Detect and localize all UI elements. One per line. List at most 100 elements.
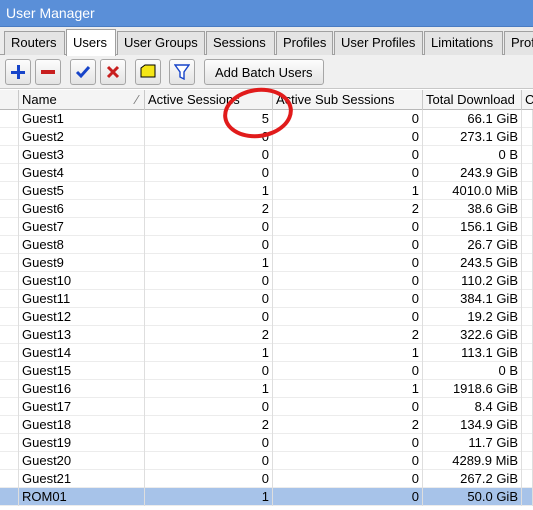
active-sessions-cell: 1 (145, 344, 273, 362)
header-select-column (0, 90, 19, 110)
truncated-cell (522, 416, 533, 434)
table-row[interactable]: Guest3 0 0 0 B (0, 146, 533, 164)
tab-sessions[interactable]: Sessions (206, 31, 275, 55)
total-download-cell: 4010.0 MiB (423, 182, 522, 200)
tab-users[interactable]: Users (66, 29, 116, 56)
comment-button[interactable] (135, 59, 161, 85)
row-select-cell (0, 308, 19, 326)
tab-profile-limitations[interactable]: Profi (504, 31, 533, 55)
active-sessions-cell: 0 (145, 236, 273, 254)
table-row[interactable]: Guest21 0 0 267.2 GiB (0, 470, 533, 488)
active-sub-sessions-cell: 0 (273, 254, 423, 272)
tab-routers[interactable]: Routers (4, 31, 65, 55)
table-row[interactable]: Guest19 0 0 11.7 GiB (0, 434, 533, 452)
table-row[interactable]: Guest12 0 0 19.2 GiB (0, 308, 533, 326)
user-name-cell: Guest5 (19, 182, 145, 200)
truncated-cell (522, 344, 533, 362)
row-select-cell (0, 380, 19, 398)
row-select-cell (0, 272, 19, 290)
user-name-cell: Guest6 (19, 200, 145, 218)
row-select-cell (0, 470, 19, 488)
add-button[interactable] (5, 59, 31, 85)
active-sessions-cell: 0 (145, 128, 273, 146)
total-download-cell: 1918.6 GiB (423, 380, 522, 398)
row-select-cell (0, 254, 19, 272)
table-row[interactable]: Guest16 1 1 1918.6 GiB (0, 380, 533, 398)
table-row[interactable]: Guest2 0 0 273.1 GiB (0, 128, 533, 146)
row-select-cell (0, 146, 19, 164)
active-sub-sessions-cell: 2 (273, 326, 423, 344)
truncated-cell (522, 290, 533, 308)
truncated-cell (522, 452, 533, 470)
row-select-cell (0, 200, 19, 218)
total-download-cell: 19.2 GiB (423, 308, 522, 326)
active-sessions-cell: 0 (145, 470, 273, 488)
truncated-cell (522, 164, 533, 182)
tab-user-profiles[interactable]: User Profiles (334, 31, 423, 55)
active-sub-sessions-cell: 1 (273, 182, 423, 200)
tab-user-groups[interactable]: User Groups (117, 31, 205, 55)
disable-button[interactable] (100, 59, 126, 85)
header-total-download[interactable]: Total Download (423, 90, 522, 110)
truncated-cell (522, 236, 533, 254)
user-name-cell: Guest15 (19, 362, 145, 380)
row-select-cell (0, 110, 19, 128)
header-truncated-column[interactable]: C (522, 90, 533, 110)
filter-button[interactable] (169, 59, 195, 85)
truncated-cell (522, 380, 533, 398)
table-row[interactable]: Guest17 0 0 8.4 GiB (0, 398, 533, 416)
filter-icon (174, 64, 190, 80)
table-row[interactable]: Guest15 0 0 0 B (0, 362, 533, 380)
user-name-cell: Guest9 (19, 254, 145, 272)
table-row[interactable]: Guest18 2 2 134.9 GiB (0, 416, 533, 434)
table-row[interactable]: Guest6 2 2 38.6 GiB (0, 200, 533, 218)
row-select-cell (0, 416, 19, 434)
active-sub-sessions-cell: 0 (273, 164, 423, 182)
row-select-cell (0, 344, 19, 362)
truncated-cell (522, 146, 533, 164)
table-row[interactable]: Guest4 0 0 243.9 GiB (0, 164, 533, 182)
user-name-cell: Guest11 (19, 290, 145, 308)
active-sessions-cell: 0 (145, 164, 273, 182)
table-row[interactable]: Guest13 2 2 322.6 GiB (0, 326, 533, 344)
active-sessions-cell: 5 (145, 110, 273, 128)
check-icon (75, 66, 91, 79)
table-row[interactable]: ROM01 1 0 50.0 GiB (0, 488, 533, 506)
user-name-cell: Guest17 (19, 398, 145, 416)
total-download-cell: 134.9 GiB (423, 416, 522, 434)
tab-profiles[interactable]: Profiles (276, 31, 333, 55)
table-row[interactable]: Guest8 0 0 26.7 GiB (0, 236, 533, 254)
table-header: Name ⁄ Active Sessions Active Sub Sessio… (0, 90, 533, 110)
table-row[interactable]: Guest11 0 0 384.1 GiB (0, 290, 533, 308)
header-active-sub-sessions[interactable]: Active Sub Sessions (273, 90, 423, 110)
table-row[interactable]: Guest9 1 0 243.5 GiB (0, 254, 533, 272)
row-select-cell (0, 434, 19, 452)
active-sessions-cell: 1 (145, 380, 273, 398)
row-select-cell (0, 218, 19, 236)
table-row[interactable]: Guest20 0 0 4289.9 MiB (0, 452, 533, 470)
table-row[interactable]: Guest5 1 1 4010.0 MiB (0, 182, 533, 200)
remove-button[interactable] (35, 59, 61, 85)
active-sessions-cell: 0 (145, 398, 273, 416)
add-batch-users-button[interactable]: Add Batch Users (204, 59, 324, 85)
user-name-cell: Guest21 (19, 470, 145, 488)
active-sessions-cell: 2 (145, 416, 273, 434)
active-sessions-cell: 0 (145, 290, 273, 308)
table-row[interactable]: Guest14 1 1 113.1 GiB (0, 344, 533, 362)
toolbar: Add Batch Users (0, 55, 533, 89)
user-name-cell: Guest7 (19, 218, 145, 236)
tab-limitations[interactable]: Limitations (424, 31, 503, 55)
row-select-cell (0, 326, 19, 344)
active-sessions-cell: 0 (145, 452, 273, 470)
table-row[interactable]: Guest7 0 0 156.1 GiB (0, 218, 533, 236)
table-row[interactable]: Guest1 5 0 66.1 GiB (0, 110, 533, 128)
active-sessions-cell: 2 (145, 200, 273, 218)
row-select-cell (0, 362, 19, 380)
header-name[interactable]: Name ⁄ (19, 90, 145, 110)
table-row[interactable]: Guest10 0 0 110.2 GiB (0, 272, 533, 290)
active-sub-sessions-cell: 0 (273, 362, 423, 380)
header-active-sessions[interactable]: Active Sessions (145, 90, 273, 110)
active-sub-sessions-cell: 0 (273, 272, 423, 290)
enable-button[interactable] (70, 59, 96, 85)
active-sub-sessions-cell: 0 (273, 308, 423, 326)
